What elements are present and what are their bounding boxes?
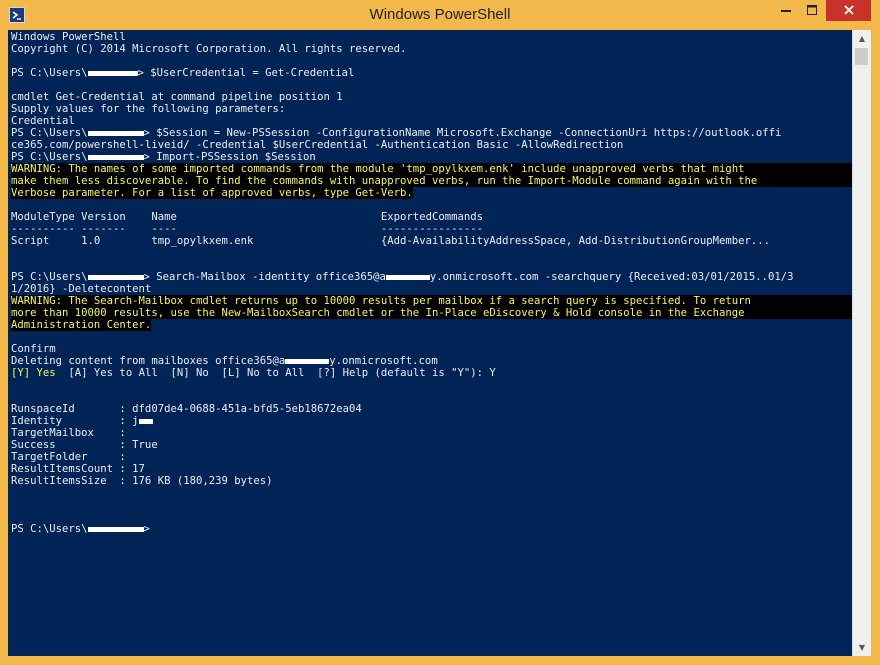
warning-line: more than 10000 results, use the New-Mai… [11, 307, 852, 319]
console-line: ce365.com/powershell-liveid/ -Credential… [11, 139, 624, 151]
confirm-prompt: [Y] Yes [A] Yes to All [N] No [L] No to … [11, 367, 496, 379]
console-line: PS C:\Users\ > $UserCredential = Get-Cred… [11, 67, 355, 79]
table-header: ModuleType Version Name ExportedCommands [11, 211, 483, 223]
close-icon [843, 5, 854, 15]
minimize-icon [780, 10, 791, 12]
console-line: PS C:\Users\ > Import-PSSession $Session [11, 151, 316, 163]
scroll-up-icon[interactable]: ▲ [853, 30, 871, 47]
scroll-down-icon[interactable]: ▼ [853, 639, 871, 656]
console-line: Confirm [11, 343, 56, 355]
console-line: Windows PowerShell [11, 31, 126, 43]
console-line: PS C:\Users\ > $Session = New-PSSession -… [11, 127, 782, 139]
console-line: Deleting content from mailboxes office36… [11, 355, 438, 367]
result-line: TargetFolder : [11, 451, 126, 463]
result-line: Identity : j [11, 415, 852, 427]
console-output[interactable]: Windows PowerShell Copyright (C) 2014 Mic… [8, 30, 852, 656]
warning-line: make them less discoverable. To find the… [11, 175, 852, 187]
minimize-button[interactable] [773, 0, 798, 21]
warning-line: WARNING: The Search-Mailbox cmdlet retur… [11, 295, 852, 307]
vertical-scrollbar[interactable]: ▲ ▼ [852, 30, 871, 656]
redaction-mark [87, 154, 144, 160]
console-line: cmdlet Get-Credential at command pipelin… [11, 91, 343, 103]
result-line: RunspaceId : dfd07de4-0688-451a-bfd5-5eb… [11, 403, 362, 415]
command-prompt[interactable]: PS C:\Users\ > [11, 523, 852, 535]
warning-line: Verbose parameter. For a list of approve… [11, 187, 413, 199]
redaction-mark [285, 358, 330, 364]
console-line: 1/2016} -Deletecontent [11, 283, 152, 295]
yes-option: [Y] Yes [11, 367, 56, 379]
table-separator: ---------- ------- ---- ---------------- [11, 223, 483, 235]
maximize-button[interactable] [799, 0, 824, 21]
console-line: Supply values for the following paramete… [11, 103, 286, 115]
console-line: PS C:\Users\ > Search-Mailbox -identity o… [11, 271, 794, 283]
maximize-icon [806, 5, 817, 15]
powershell-window: Windows PowerShell Windows PowerShell Cop… [0, 0, 880, 665]
result-line: ResultItemsSize : 176 KB (180,239 bytes) [11, 475, 273, 487]
redaction-mark [138, 418, 153, 424]
result-line: Success : True [11, 439, 158, 451]
redaction-mark [87, 70, 138, 76]
result-line: TargetMailbox : [11, 427, 126, 439]
redaction-mark [87, 130, 144, 136]
redaction-mark [385, 274, 430, 280]
title-bar[interactable]: Windows PowerShell [0, 0, 880, 30]
console-line: Copyright (C) 2014 Microsoft Corporation… [11, 43, 407, 55]
table-row: Script 1.0 tmp_opylkxem.enk {Add-Availab… [11, 235, 770, 247]
scrollbar-thumb[interactable] [855, 48, 868, 65]
redaction-mark [87, 274, 144, 280]
console-line: Credential [11, 115, 75, 127]
result-line: ResultItemsCount : 17 [11, 463, 145, 475]
warning-line: Administration Center. [11, 319, 152, 331]
close-button[interactable] [826, 0, 871, 21]
warning-line: WARNING: The names of some imported comm… [11, 163, 852, 175]
window-title: Windows PowerShell [369, 6, 511, 23]
redaction-mark [87, 526, 144, 532]
